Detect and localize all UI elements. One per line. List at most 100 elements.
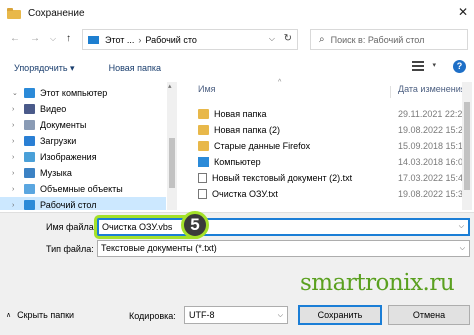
computer-icon (88, 35, 99, 44)
expand-chevron-icon[interactable]: › (12, 154, 24, 161)
chevron-down-icon[interactable]: ⌵ (269, 34, 275, 44)
sidebar-item-label: Этот компьютер (40, 88, 108, 98)
file-date: 15.09.2018 15:10 (398, 140, 469, 151)
file-row[interactable]: Новый текстовый документ (2).txt 17.03.2… (198, 170, 474, 185)
scrollbar-thumb[interactable] (169, 138, 175, 188)
computer-icon (24, 88, 35, 98)
expand-chevron-icon[interactable]: › (12, 106, 24, 113)
expand-chevron-icon[interactable]: › (12, 138, 24, 145)
organize-button[interactable]: Упорядочить ▾ (14, 63, 75, 74)
search-placeholder: Поиск в: Рабочий стол (330, 34, 425, 45)
search-icon: ⌕ (319, 34, 325, 45)
expand-chevron-icon[interactable]: ⌄ (12, 89, 24, 97)
close-icon[interactable]: ✕ (458, 5, 468, 19)
filetype-value: Текстовые документы (*.txt) (101, 243, 217, 253)
expand-chevron-icon[interactable]: › (12, 202, 24, 209)
file-row[interactable]: Старые данные Firefox 15.09.2018 15:10 (198, 138, 474, 153)
chevron-down-icon[interactable]: ⌵ (278, 308, 283, 324)
file-row[interactable]: Новая папка 29.11.2021 22:20 (198, 106, 474, 121)
expand-chevron-icon[interactable]: › (12, 170, 24, 177)
file-date: 19.08.2022 15:27 (398, 124, 469, 135)
expand-chevron-icon[interactable]: › (12, 186, 24, 193)
scroll-up-icon[interactable]: ▴ (168, 82, 172, 90)
text-document-icon (198, 172, 207, 183)
sidebar-item-3d-objects[interactable]: › Объемные объекты (0, 181, 166, 197)
filetype-label: Тип файла: (46, 244, 94, 254)
sidebar-item-label: Рабочий стол (40, 200, 97, 210)
up-arrow-icon[interactable]: ↑ (66, 33, 71, 44)
chevron-up-icon: ∧ (6, 312, 12, 319)
file-list: Имя ^ Дата изменения Новая папка 29.11.2… (182, 79, 474, 210)
breadcrumb-separator: › (138, 34, 142, 45)
scrollbar-thumb[interactable] (464, 102, 470, 190)
navigation-bar: ← → ⌵ ↑ Этот ... › Рабочий сто ⌵ ↻ ⌕ Пои… (0, 26, 474, 54)
chevron-down-icon[interactable]: ⌵ (460, 241, 465, 256)
folder-icon (198, 140, 209, 151)
view-list-icon[interactable] (412, 61, 424, 71)
breadcrumb-item[interactable]: Рабочий сто (145, 35, 196, 45)
file-list-scrollbar[interactable] (462, 82, 472, 210)
sidebar-item-downloads[interactable]: › Загрузки (0, 133, 166, 149)
title-bar: Сохранение ✕ (0, 0, 474, 26)
folder-icon (198, 124, 209, 135)
recent-chevron-icon[interactable]: ⌵ (50, 34, 56, 44)
address-bar[interactable]: Этот ... › Рабочий сто ⌵ ↻ (82, 29, 298, 50)
3d-objects-icon (24, 184, 35, 194)
text-document-icon (198, 188, 207, 199)
column-header-date[interactable]: Дата изменения (398, 84, 466, 100)
encoding-select[interactable]: UTF-8 ⌵ (184, 306, 288, 324)
column-divider[interactable] (390, 86, 391, 98)
file-date: 19.08.2022 15:38 (398, 188, 469, 199)
sidebar-item-music[interactable]: › Музыка (0, 165, 166, 181)
pictures-icon (24, 152, 35, 162)
sidebar-item-this-pc[interactable]: ⌄ Этот компьютер (0, 85, 166, 101)
computer-shortcut-icon (198, 156, 209, 167)
file-row[interactable]: Новая папка (2) 19.08.2022 15:27 (198, 122, 474, 137)
downloads-icon (24, 136, 35, 146)
column-header-name[interactable]: Имя (198, 84, 216, 100)
folder-icon (7, 7, 21, 19)
expand-chevron-icon[interactable]: › (12, 122, 24, 129)
music-icon (24, 168, 35, 178)
sidebar-item-label: Изображения (40, 152, 97, 162)
save-button[interactable]: Сохранить (298, 305, 382, 325)
column-header-label: Имя (198, 84, 216, 94)
forward-arrow-icon[interactable]: → (30, 33, 40, 44)
window-title: Сохранение (28, 7, 85, 19)
sidebar-item-documents[interactable]: › Документы (0, 117, 166, 133)
documents-icon (24, 120, 35, 130)
file-date: 17.03.2022 15:42 (398, 172, 469, 183)
sidebar-item-videos[interactable]: › Видео (0, 101, 166, 117)
sidebar-item-desktop[interactable]: › Рабочий стол (0, 197, 166, 210)
sort-indicator-icon: ^ (278, 79, 282, 86)
toolbar: Упорядочить ▾ Новая папка ▾ ? (0, 56, 474, 80)
desktop-icon (24, 200, 35, 210)
sidebar-item-label: Видео (40, 104, 67, 114)
hide-folders-label: Скрыть папки (17, 310, 75, 320)
step-number-badge: 5 (181, 211, 209, 239)
sidebar-item-pictures[interactable]: › Изображения (0, 149, 166, 165)
help-icon[interactable]: ? (453, 60, 466, 73)
file-row[interactable]: Очистка ОЗУ.txt 19.08.2022 15:38 (198, 186, 474, 201)
sidebar-item-label: Музыка (40, 168, 72, 178)
file-row[interactable]: Компьютер 14.03.2018 16:05 (198, 154, 474, 169)
encoding-value: UTF-8 (189, 310, 215, 320)
hide-folders-button[interactable]: ∧ Скрыть папки (6, 310, 74, 320)
refresh-icon[interactable]: ↻ (284, 33, 292, 44)
new-folder-button[interactable]: Новая папка (109, 63, 161, 73)
file-date: 29.11.2021 22:20 (398, 108, 468, 119)
encoding-label: Кодировка: (129, 311, 176, 321)
search-input[interactable]: ⌕ Поиск в: Рабочий стол (310, 29, 468, 50)
breadcrumb-item[interactable]: Этот ... (105, 35, 134, 45)
sidebar-item-label: Загрузки (40, 136, 77, 146)
cancel-button[interactable]: Отмена (388, 305, 470, 325)
chevron-down-icon[interactable]: ⌵ (459, 220, 464, 234)
file-date: 14.03.2018 16:05 (398, 156, 469, 167)
sidebar-scrollbar[interactable]: ▴ (167, 82, 177, 210)
sidebar-item-label: Документы (40, 120, 87, 130)
back-arrow-icon[interactable]: ← (10, 33, 20, 44)
view-chevron-icon[interactable]: ▾ (432, 61, 436, 69)
filetype-select[interactable]: Текстовые документы (*.txt) ⌵ (97, 240, 470, 257)
filename-label: Имя файла: (46, 222, 97, 232)
sidebar-item-label: Объемные объекты (40, 184, 123, 194)
